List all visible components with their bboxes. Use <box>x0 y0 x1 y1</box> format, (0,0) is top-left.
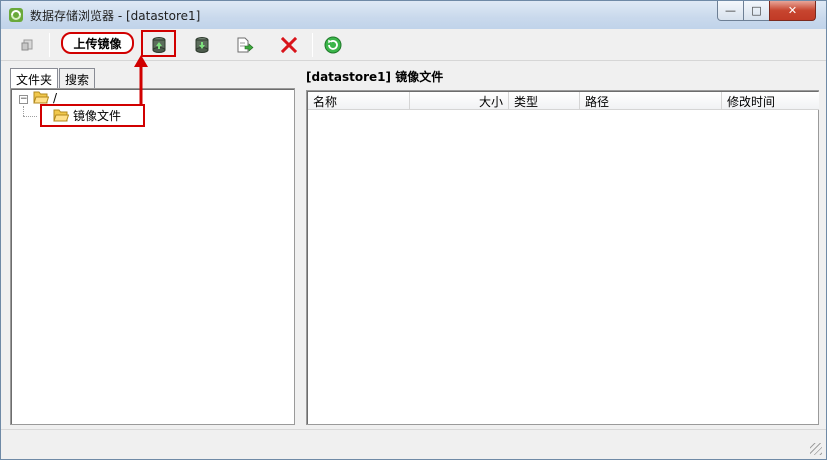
column-header-type[interactable]: 类型 <box>509 92 580 110</box>
collapse-icon: − <box>20 94 28 104</box>
column-header-size[interactable]: 大小 <box>410 92 509 110</box>
delete-button[interactable] <box>276 32 302 58</box>
close-icon: ✕ <box>787 4 798 17</box>
toolbar-separator <box>312 33 313 57</box>
tab-search[interactable]: 搜索 <box>59 68 96 88</box>
column-label: 名称 <box>313 95 338 109</box>
tree-node-root[interactable]: / <box>33 90 57 105</box>
file-list-pane[interactable]: 名称 大小 类型 路径 修改时间 <box>306 90 819 425</box>
window-title: 数据存储浏览器 - [datastore1] <box>30 9 201 23</box>
maximize-icon: □ <box>751 4 762 17</box>
minimize-button[interactable]: — <box>717 1 744 21</box>
resize-grip[interactable] <box>810 443 822 455</box>
refresh-icon <box>324 36 342 54</box>
title-bar[interactable]: 数据存储浏览器 - [datastore1] — □ ✕ <box>1 1 826 29</box>
column-label: 类型 <box>514 95 539 109</box>
parent-folder-button[interactable] <box>15 32 41 58</box>
column-header-modified[interactable]: 修改时间 <box>722 92 819 110</box>
delete-x-icon <box>281 37 297 53</box>
folder-tree-pane[interactable]: − / 镜像文件 <box>10 88 295 425</box>
move-button[interactable] <box>232 32 258 58</box>
move-file-icon <box>237 37 254 53</box>
annotation-arrow <box>134 55 148 105</box>
tree-connector <box>23 116 37 117</box>
maximize-button[interactable]: □ <box>743 1 770 21</box>
column-label: 修改时间 <box>727 95 776 109</box>
column-label: 大小 <box>478 95 503 109</box>
column-header-row: 名称 大小 类型 路径 修改时间 <box>308 92 819 110</box>
tab-folders[interactable]: 文件夹 <box>10 68 59 90</box>
tree-expand-toggle[interactable]: − <box>19 95 28 104</box>
folder-open-icon <box>33 91 49 104</box>
column-label: 路径 <box>585 95 610 109</box>
close-button[interactable]: ✕ <box>769 1 816 21</box>
status-bar <box>1 429 826 459</box>
tree-node-label: / <box>53 90 58 105</box>
folder-up-icon <box>21 39 33 51</box>
upload-image-callout: 上传镜像 <box>61 32 134 54</box>
column-header-name[interactable]: 名称 <box>308 92 410 110</box>
toolbar-separator <box>49 33 50 57</box>
minimize-icon: — <box>725 4 736 17</box>
app-icon <box>9 8 23 22</box>
tree-connector <box>23 106 24 116</box>
tab-label: 文件夹 <box>16 73 53 87</box>
column-header-path[interactable]: 路径 <box>580 92 722 110</box>
datastore-browser-window: 数据存储浏览器 - [datastore1] — □ ✕ 文件夹 搜索 − / … <box>0 0 827 460</box>
current-folder-path: [datastore1] 镜像文件 <box>306 70 444 84</box>
download-button[interactable] <box>189 32 215 58</box>
tab-label: 搜索 <box>65 73 90 87</box>
download-disk-icon <box>195 37 209 53</box>
refresh-button[interactable] <box>320 32 346 58</box>
images-folder-highlight <box>40 104 145 127</box>
